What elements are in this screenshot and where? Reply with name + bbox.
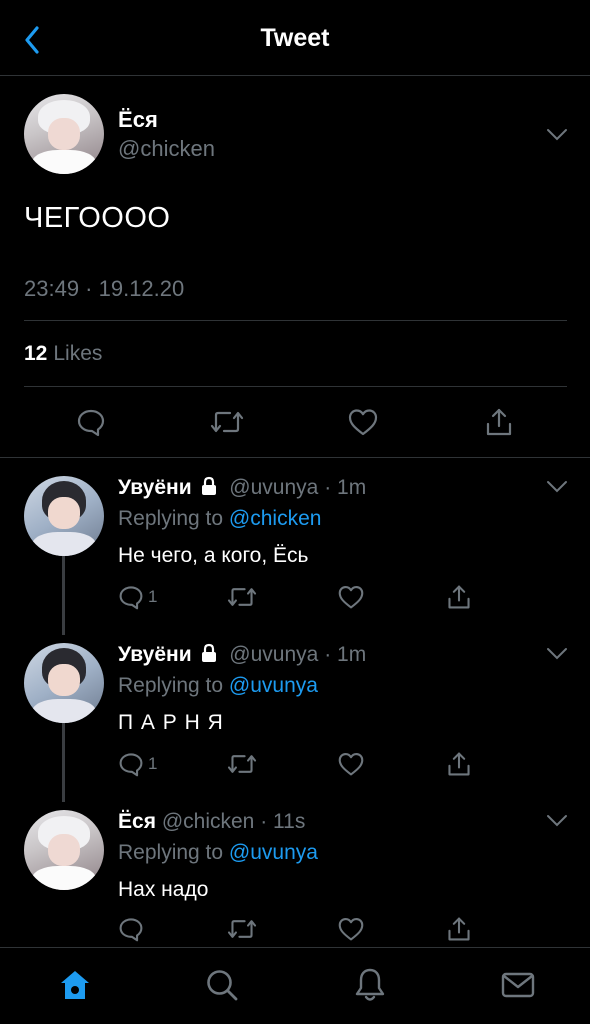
like-button[interactable]: [337, 914, 365, 944]
author-handle[interactable]: @uvunya: [229, 476, 318, 499]
tab-home[interactable]: [56, 966, 94, 1004]
author-handle[interactable]: @chicken: [162, 810, 255, 833]
retweet-icon: [227, 920, 257, 938]
comment-icon: [77, 409, 105, 437]
bottom-tab-bar: [0, 947, 590, 1024]
reply-text: Нах надо: [118, 878, 209, 901]
heart-icon: [338, 585, 364, 609]
retweet-button[interactable]: [227, 582, 257, 612]
share-icon: [448, 917, 470, 941]
reply-button[interactable]: [74, 405, 108, 439]
heart-icon: [348, 409, 378, 436]
retweet-button[interactable]: [210, 405, 244, 439]
mail-icon: [501, 972, 535, 998]
retweet-icon: [227, 755, 257, 773]
reply-tweet[interactable]: Ёся @chicken · 11s Replying to @uvunya Н…: [0, 792, 590, 947]
reply-button[interactable]: [118, 914, 144, 944]
chevron-down-icon[interactable]: [546, 814, 568, 828]
reply-header: Ёся @chicken · 11s: [118, 810, 305, 834]
share-button[interactable]: [482, 405, 516, 439]
replying-to-link[interactable]: @uvunya: [229, 841, 318, 864]
tweet-text: ЧЕГОООО: [24, 202, 171, 234]
like-button[interactable]: [346, 405, 380, 439]
author-name[interactable]: Увуёни: [118, 476, 192, 499]
reply-text: Не чего, а кого, Ёсь: [118, 544, 309, 567]
replying-prefix: Replying to: [118, 841, 224, 864]
author-name[interactable]: Ёся: [118, 107, 158, 133]
likes-label: Likes: [53, 342, 103, 365]
reply-tweet[interactable]: Увуёни @uvunya · 1m Replying to @chicken…: [0, 458, 590, 625]
likes-summary[interactable]: 12 Likes: [24, 342, 102, 366]
separator: ·: [324, 643, 332, 666]
search-icon: [207, 970, 238, 1001]
author-handle[interactable]: @chicken: [118, 136, 215, 162]
share-icon: [448, 585, 470, 609]
reply-header: Увуёни @uvunya · 1m: [118, 476, 366, 500]
avatar[interactable]: [24, 810, 104, 890]
chevron-down-icon[interactable]: [546, 128, 568, 142]
heart-icon: [338, 917, 364, 941]
reply-count: 1: [148, 587, 158, 606]
replying-prefix: Replying to: [118, 674, 224, 697]
share-button[interactable]: [446, 749, 472, 779]
separator: ·: [260, 810, 268, 833]
share-icon: [448, 752, 470, 776]
retweet-button[interactable]: [227, 914, 257, 944]
like-button[interactable]: [337, 582, 365, 612]
bell-icon: [355, 968, 385, 1001]
replying-to-link[interactable]: @chicken: [229, 507, 322, 530]
comment-icon: [119, 753, 143, 777]
divider: [24, 386, 567, 387]
tab-messages[interactable]: [499, 966, 537, 1004]
comment-icon: [119, 918, 143, 942]
share-icon: [486, 408, 512, 436]
replying-to-link[interactable]: @uvunya: [229, 674, 318, 697]
avatar[interactable]: [24, 643, 104, 723]
share-button[interactable]: [446, 914, 472, 944]
author-handle[interactable]: @uvunya: [229, 643, 318, 666]
page-title: Tweet: [260, 24, 330, 52]
separator: ·: [324, 476, 332, 499]
share-button[interactable]: [446, 582, 472, 612]
reply-time: 11s: [273, 810, 306, 833]
retweet-icon: [210, 411, 244, 433]
reply-text: П А Р Н Я: [118, 711, 224, 734]
chevron-down-icon[interactable]: [546, 480, 568, 494]
lock-icon: [202, 476, 217, 495]
replying-to: Replying to @uvunya: [118, 674, 318, 698]
comment-icon: [119, 586, 143, 610]
replying-prefix: Replying to: [118, 507, 224, 530]
retweet-button[interactable]: [227, 749, 257, 779]
chevron-down-icon[interactable]: [546, 647, 568, 661]
reply-header: Увуёни @uvunya · 1m: [118, 643, 366, 667]
replying-to: Replying to @uvunya: [118, 841, 318, 865]
reply-tweet[interactable]: Увуёни @uvunya · 1m Replying to @uvunya …: [0, 625, 590, 792]
top-bar: Tweet: [0, 0, 590, 76]
reply-time: 1m: [337, 643, 367, 666]
avatar[interactable]: [24, 476, 104, 556]
heart-icon: [338, 752, 364, 776]
avatar[interactable]: [24, 94, 104, 174]
home-icon: [61, 971, 89, 999]
likes-count: 12: [24, 342, 48, 365]
reply-button[interactable]: 1: [118, 749, 157, 779]
author-name[interactable]: Увуёни: [118, 643, 192, 666]
divider: [24, 320, 567, 321]
retweet-icon: [227, 588, 257, 606]
main-tweet: Ёся @chicken ЧЕГОООО 23:49 · 19.12.20 12…: [0, 76, 590, 458]
tab-search[interactable]: [203, 966, 241, 1004]
replying-to: Replying to @chicken: [118, 507, 321, 531]
like-button[interactable]: [337, 749, 365, 779]
tweet-timestamp: 23:49 · 19.12.20: [24, 276, 185, 301]
author-name[interactable]: Ёся: [118, 810, 156, 833]
lock-icon: [202, 643, 217, 662]
tab-notifications[interactable]: [351, 966, 389, 1004]
reply-time: 1m: [337, 476, 367, 499]
reply-button[interactable]: 1: [118, 582, 157, 612]
reply-count: 1: [148, 754, 158, 773]
